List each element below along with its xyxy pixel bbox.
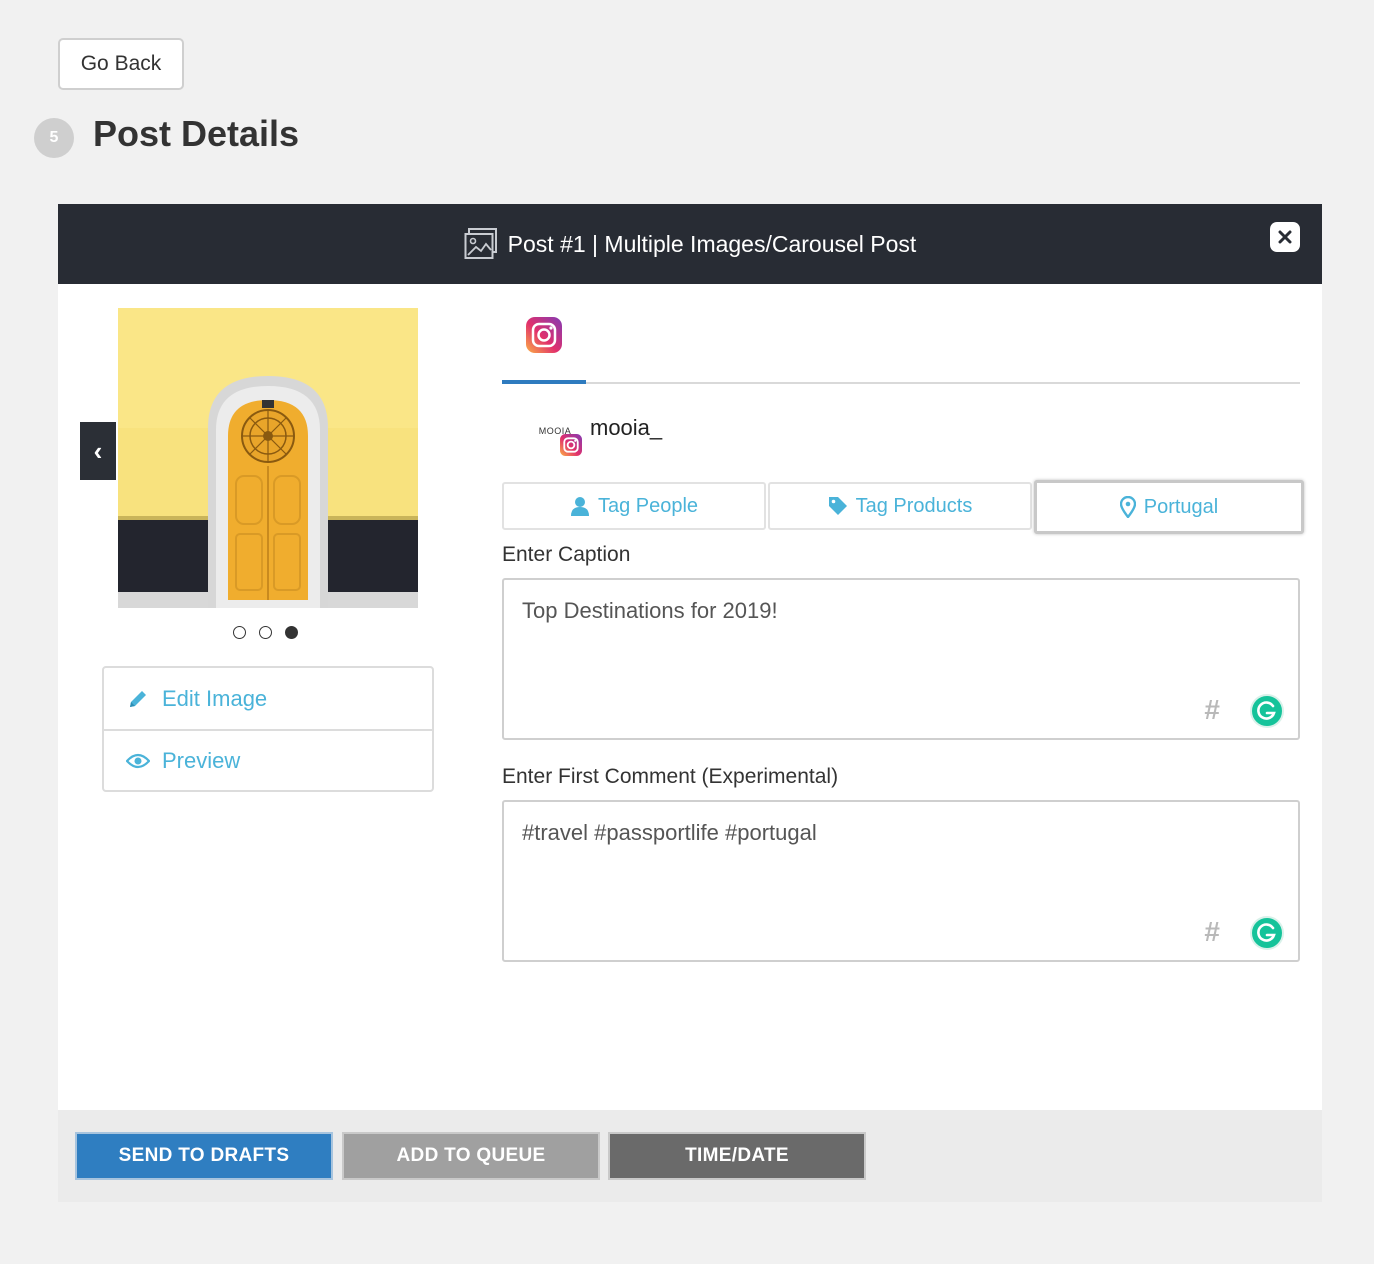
carousel-image xyxy=(118,308,418,608)
first-comment-text: #travel #passportlife #portugal xyxy=(522,820,817,845)
grammarly-icon[interactable] xyxy=(1250,916,1284,950)
step-number-badge: 5 xyxy=(34,118,74,158)
tag-people-label: Tag People xyxy=(597,494,699,517)
send-to-drafts-button[interactable]: SEND TO DRAFTS xyxy=(75,1132,333,1180)
carousel-prev-button[interactable]: ‹ xyxy=(80,422,116,480)
image-gallery-icon xyxy=(464,228,498,260)
pencil-icon xyxy=(126,687,150,711)
post-header: Post #1 | Multiple Images/Carousel Post xyxy=(58,204,1322,284)
close-icon xyxy=(1278,230,1292,244)
first-comment-label: Enter First Comment (Experimental) xyxy=(502,765,839,788)
tag-icon xyxy=(828,496,848,516)
eye-icon xyxy=(126,749,150,773)
carousel-dot-1[interactable] xyxy=(233,626,246,639)
post-header-title: Post #1 | Multiple Images/Carousel Post xyxy=(507,230,917,257)
map-pin-icon xyxy=(1119,496,1136,518)
tab-instagram[interactable] xyxy=(502,308,586,384)
image-actions: Edit Image Preview xyxy=(102,666,434,792)
preview-label: Preview xyxy=(162,747,241,773)
time-date-button[interactable]: TIME/DATE xyxy=(608,1132,866,1180)
edit-image-label: Edit Image xyxy=(162,685,268,711)
tag-people-button[interactable]: Tag People xyxy=(502,482,766,530)
tag-options: Tag People Tag Products Portugal xyxy=(502,480,1304,534)
location-label: Portugal xyxy=(1143,495,1219,518)
carousel-dot-3[interactable] xyxy=(285,626,298,639)
person-icon xyxy=(570,496,590,516)
account-username: mooia_ xyxy=(590,415,663,440)
caption-input[interactable]: Top Destinations for 2019! # xyxy=(502,578,1300,740)
caption-text: Top Destinations for 2019! xyxy=(522,598,778,623)
hashtag-button[interactable]: # xyxy=(1204,916,1220,948)
avatar: MOOIA xyxy=(532,408,582,456)
caption-label: Enter Caption xyxy=(502,543,631,566)
go-back-button[interactable]: Go Back xyxy=(58,38,184,90)
hashtag-button[interactable]: # xyxy=(1204,694,1220,726)
post-footer: SEND TO DRAFTS ADD TO QUEUE TIME/DATE xyxy=(58,1110,1322,1202)
tag-products-button[interactable]: Tag Products xyxy=(768,482,1032,530)
add-to-queue-button[interactable]: ADD TO QUEUE xyxy=(342,1132,600,1180)
instagram-badge-icon xyxy=(560,434,582,458)
edit-image-button[interactable]: Edit Image xyxy=(104,668,432,729)
post-panel: Post #1 | Multiple Images/Carousel Post xyxy=(58,204,1322,1202)
platform-tabs xyxy=(502,308,1300,384)
close-post-button[interactable] xyxy=(1270,222,1300,252)
location-button[interactable]: Portugal xyxy=(1034,480,1304,534)
tag-products-label: Tag Products xyxy=(855,494,973,517)
account-info: MOOIA mooia_ xyxy=(532,408,663,456)
instagram-icon xyxy=(526,317,562,353)
grammarly-icon[interactable] xyxy=(1250,694,1284,728)
first-comment-input[interactable]: #travel #passportlife #portugal # xyxy=(502,800,1300,962)
carousel-dot-2[interactable] xyxy=(259,626,272,639)
chevron-left-icon: ‹ xyxy=(93,435,103,466)
page-title: Post Details xyxy=(93,113,300,154)
carousel-dots xyxy=(233,626,298,639)
preview-button[interactable]: Preview xyxy=(104,729,432,790)
